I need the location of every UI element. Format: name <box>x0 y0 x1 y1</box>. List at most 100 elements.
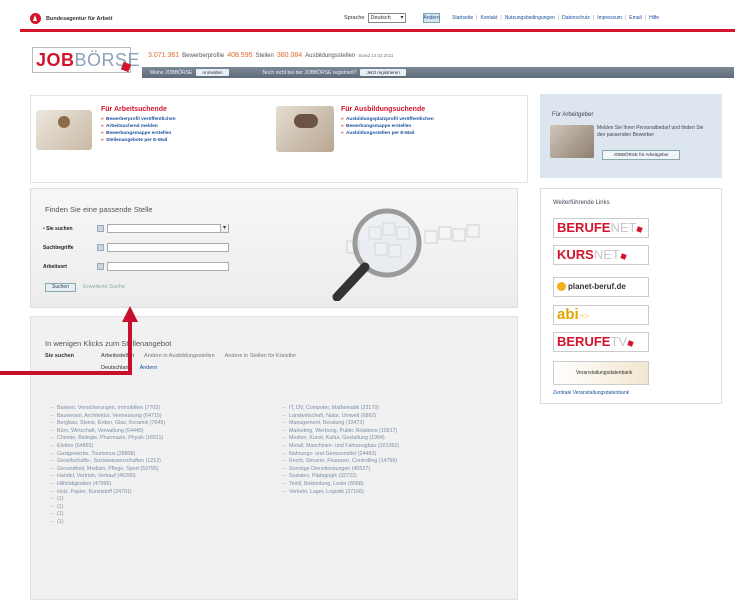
category-item[interactable]: Banken, Versicherungen, Immobilien (7702… <box>51 405 165 413</box>
category-item[interactable]: Verkehr, Lager, Logistik (37166) <box>283 489 399 497</box>
further-links-panel: Weiterführende Links BERUFENET KURSNET p… <box>540 188 722 404</box>
cursor-icon <box>636 226 644 233</box>
planet-icon <box>557 282 566 292</box>
agency-logo[interactable]: Bundesagentur für Arbeit <box>30 13 112 24</box>
abi-link[interactable]: abi>> <box>553 305 649 325</box>
jobseeker-link[interactable]: Arbeitsuchend melden <box>101 124 301 129</box>
kursnet-link[interactable]: KURSNET <box>553 245 649 265</box>
further-links-title: Weiterführende Links <box>553 200 610 206</box>
category-item[interactable]: Gastgewerbe, Tourismus (28808) <box>51 451 165 459</box>
job-search-panel: Finden Sie eine passende Stelle • Sie su… <box>30 188 518 308</box>
trainee-link[interactable]: Bewerbungsmappe erstellen <box>341 124 541 129</box>
tab-arbeitsstellen[interactable]: Arbeitsstellen <box>101 353 134 359</box>
category-item[interactable]: Hilfstätigkeiten (47996) <box>51 481 165 489</box>
trainee-title: Für Ausbildungsuchende <box>341 106 426 113</box>
category-item[interactable]: Chemie, Biologie, Pharmazie, Physik (165… <box>51 435 165 443</box>
category-item[interactable]: Soziales, Pädagogik (32722) <box>283 473 399 481</box>
training-count: 380.084 <box>276 52 303 59</box>
category-item[interactable]: (1) <box>51 496 165 504</box>
help-icon[interactable] <box>97 244 104 251</box>
category-item[interactable]: Management, Beratung (10473) <box>283 420 399 428</box>
keyword-input[interactable] <box>107 243 229 252</box>
toplink-hilfe[interactable]: Hilfe <box>649 15 659 21</box>
tab-ausbildungsstellen[interactable]: Andere in Ausbildungsstellen <box>144 353 215 359</box>
trainee-section: Für Ausbildungsuchende Ausbildungsplatzp… <box>341 106 541 138</box>
language-select[interactable]: Deutsch <box>367 13 406 23</box>
berufetv-a: BERUFE <box>557 334 611 349</box>
berufetv-link[interactable]: BERUFETV <box>553 332 649 352</box>
category-item[interactable]: Medien, Kunst, Kultur, Gestaltung (1994) <box>283 435 399 443</box>
search-button[interactable]: Suchen <box>45 283 76 292</box>
region-change-link[interactable]: Ändern <box>140 365 158 371</box>
help-icon[interactable] <box>97 225 104 232</box>
tab-kuenstler[interactable]: Andere in Stellen für Künstler <box>225 353 297 359</box>
category-item[interactable]: Handel, Vertrieb, Verkauf (46390) <box>51 473 165 481</box>
seek-type-row: • Sie suchen <box>43 224 229 233</box>
abi-a: abi <box>557 306 579 323</box>
toplink-datenschutz[interactable]: Datenschutz <box>562 15 590 21</box>
jobs-label: Stellen <box>255 53 274 59</box>
category-item[interactable]: Holz, Papier, Kunststoff (24791) <box>51 489 165 497</box>
seekers-panel: Für Arbeitsuchende Bewerberprofil veröff… <box>30 95 528 183</box>
category-item[interactable]: Landwirtschaft, Natur, Umwelt (6862) <box>283 413 399 421</box>
my-jobboerse-label: Meine JOBBÖRSE <box>150 69 193 76</box>
toplink-email[interactable]: Email <box>629 15 642 21</box>
register-button[interactable]: Jetzt registrieren <box>360 69 406 76</box>
advanced-search-link[interactable]: Erweiterte Suche <box>83 284 125 290</box>
toplink-startseite[interactable]: Startseite <box>452 15 473 21</box>
berufenet-b: NET <box>610 220 637 235</box>
toplink-nutzungsbedingungen[interactable]: Nutzungsbedingungen <box>505 15 555 21</box>
category-tabs: Sie suchen Arbeitsstellen Andere in Ausb… <box>45 353 306 359</box>
cursor-icon <box>627 340 634 347</box>
category-item[interactable]: Gesellschafts-, Sozialwissenschaften (12… <box>51 458 165 466</box>
jobseeker-photo <box>36 110 92 150</box>
help-icon[interactable] <box>97 263 104 270</box>
category-item[interactable]: Bergbau, Steine, Erden, Glas, Keramik (7… <box>51 420 165 428</box>
jobseeker-link[interactable]: Bewerberprofil veröffentlichen <box>101 117 301 122</box>
category-item[interactable]: Gesundheit, Medizin, Pflege, Sport (5379… <box>51 466 165 474</box>
planet-beruf-link[interactable]: planet-beruf.de <box>553 277 649 297</box>
category-item[interactable]: Textil, Bekleidung, Leder (6068) <box>283 481 399 489</box>
jobseeker-section: Für Arbeitsuchende Bewerberprofil veröff… <box>101 106 301 145</box>
separator: | <box>557 15 560 21</box>
category-item[interactable]: (1) <box>51 511 165 519</box>
category-item[interactable]: Büro, Wirtschaft, Verwaltung (54445) <box>51 428 165 436</box>
language-switcher: Sprache Deutsch Ändern <box>344 13 440 23</box>
berufenet-link[interactable]: BERUFENET <box>553 218 649 238</box>
register-prompt: Noch nicht bei der JOBBÖRSE registriert? <box>262 69 357 76</box>
agency-logo-icon <box>30 13 41 24</box>
category-item[interactable]: (1) <box>51 504 165 512</box>
category-item[interactable]: Nahrungs- und Genussmittel (24483) <box>283 451 399 459</box>
magnifier-letters-icon <box>332 208 480 301</box>
category-item[interactable]: Marketing, Werbung, Public Relations (10… <box>283 428 399 436</box>
category-item[interactable]: IT, DV, Computer, Mathematik (23179) <box>283 405 399 413</box>
login-button[interactable]: Anmelden <box>196 69 229 76</box>
top-links: Startseite | Kontakt | Nutzungsbedingungen… <box>452 15 659 21</box>
employer-panel: Für Arbeitgeber Melden Sie Ihren Persona… <box>540 94 722 178</box>
toplink-impressum[interactable]: Impressum <box>597 15 622 21</box>
language-change-button[interactable]: Ändern <box>422 13 440 23</box>
employer-button[interactable]: JOBBÖRSE für Arbeitgeber <box>602 150 680 160</box>
category-item[interactable]: Metall, Maschinen- und Fahrzeugbau (1013… <box>283 443 399 451</box>
toplink-kontakt[interactable]: Kontakt <box>480 15 497 21</box>
employer-photo <box>550 125 594 158</box>
trainee-link[interactable]: Ausbildungsplatzprofil veröffentlichen <box>341 117 541 122</box>
account-nav-bar: Meine JOBBÖRSE Anmelden Noch nicht bei d… <box>142 67 734 78</box>
zentral-link[interactable]: Zentrale Veranstaltungsdatenbank <box>553 390 629 396</box>
trainee-link[interactable]: Ausbildungsstellen per E-Mail <box>341 131 541 136</box>
region-filter: Deutschland Ändern <box>101 365 157 371</box>
category-item[interactable]: Elektro (64865) <box>51 443 165 451</box>
separator: | <box>476 15 478 21</box>
category-item[interactable]: (1) <box>51 519 165 527</box>
category-item[interactable]: Recht, Steuern, Finanzen, Controlling (1… <box>283 458 399 466</box>
category-list-right: IT, DV, Computer, Mathematik (23179) Lan… <box>283 405 399 496</box>
category-item[interactable]: Bauwesen, Architektur, Vermessung (64715… <box>51 413 165 421</box>
separator: | <box>592 15 595 21</box>
location-input[interactable] <box>107 262 229 271</box>
category-item[interactable]: Sonstige Dienstleistungen (40527) <box>283 466 399 474</box>
veranstaltung-link[interactable]: Veranstaltungsdatenbank <box>553 361 649 385</box>
jobseeker-link[interactable]: Bewerbungsmappe erstellen <box>101 131 301 136</box>
jobseeker-link[interactable]: Stellenangebote per E-Mail <box>101 138 301 143</box>
category-title: In wenigen Klicks zum Stellenangebot <box>45 339 172 348</box>
seek-type-select[interactable] <box>107 224 229 233</box>
